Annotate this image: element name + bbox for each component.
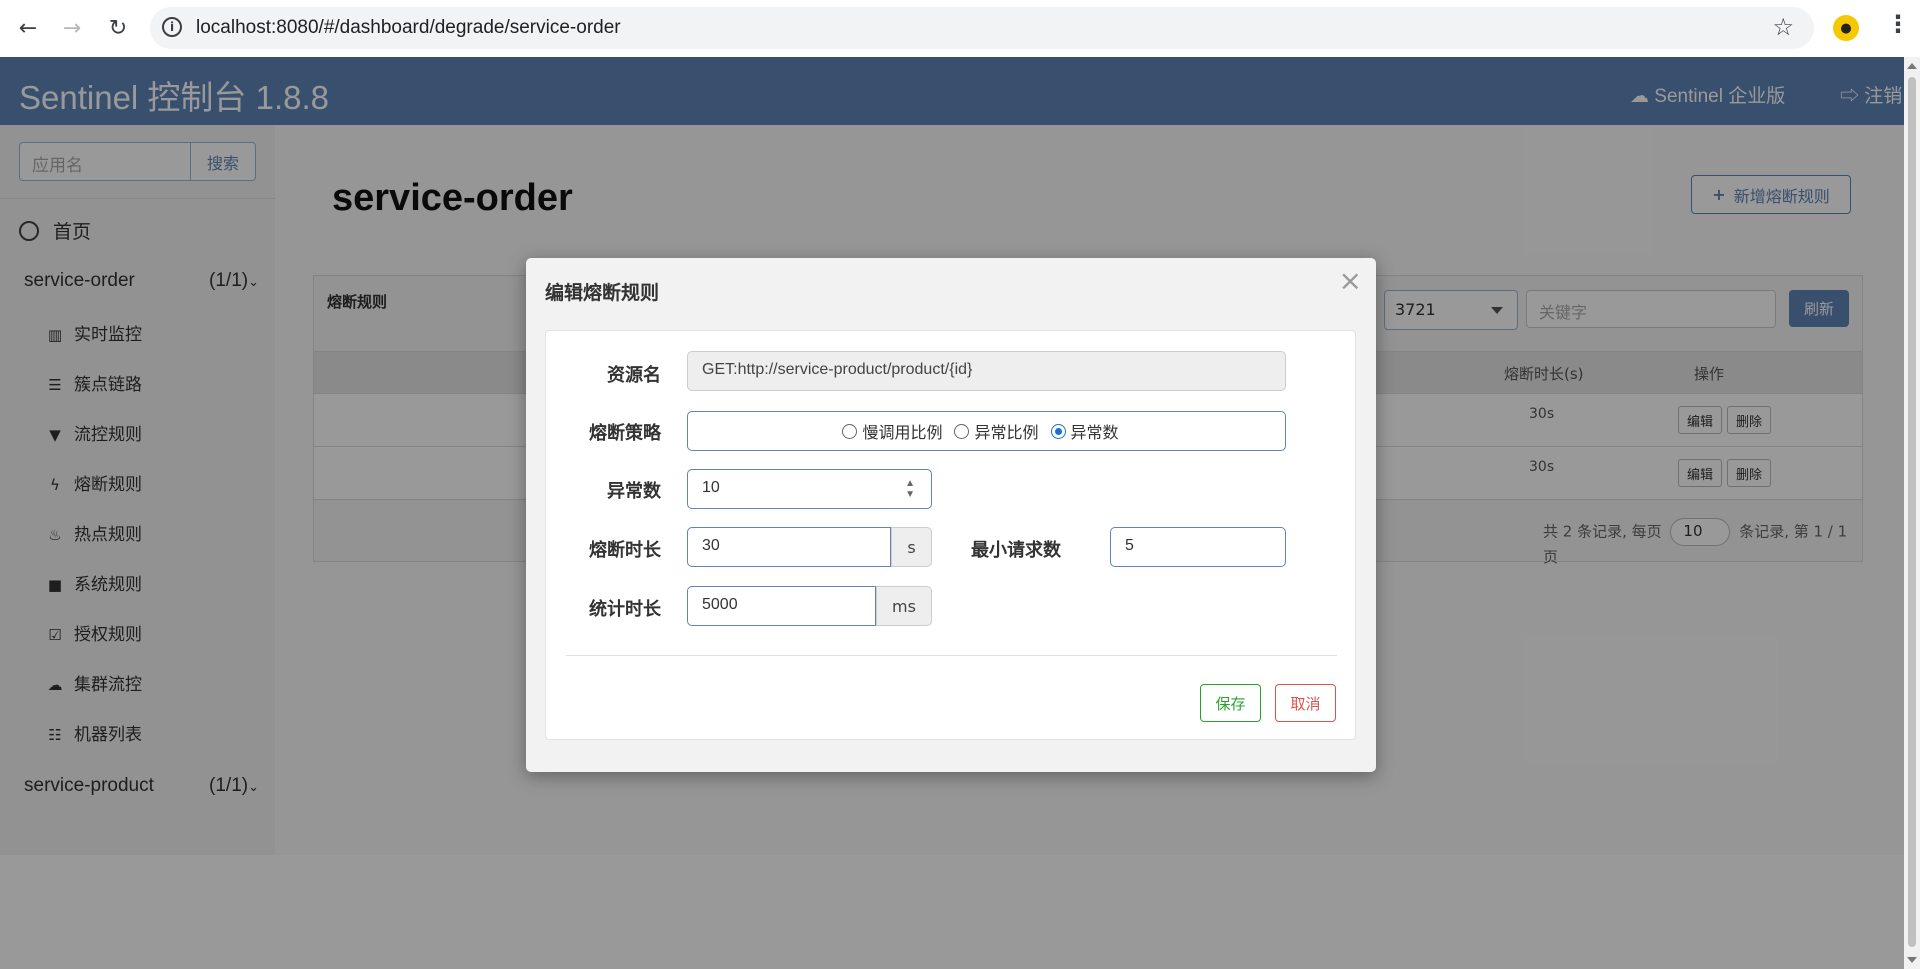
url-text[interactable]: localhost:8080/#/dashboard/degrade/servi… — [196, 17, 621, 39]
min-request-input[interactable]: 5 — [1110, 527, 1286, 567]
browser-toolbar: ← → ↻ i localhost:8080/#/dashboard/degra… — [0, 0, 1920, 57]
reload-icon[interactable]: ↻ — [104, 14, 132, 42]
duration-unit: s — [891, 527, 932, 567]
address-bar[interactable]: i localhost:8080/#/dashboard/degrade/ser… — [150, 7, 1814, 49]
resource-label: 资源名 — [607, 365, 661, 386]
bookmark-star-icon[interactable]: ☆ — [1772, 13, 1794, 41]
stat-unit: ms — [876, 586, 932, 626]
site-info-icon[interactable]: i — [162, 17, 182, 37]
save-button[interactable]: 保存 — [1200, 684, 1261, 722]
browser-menu-icon[interactable]: ⋮ — [1886, 10, 1910, 38]
exception-count-input[interactable]: 10 ▲ ▼ — [687, 469, 932, 509]
strategy-slow-ratio-radio[interactable]: 慢调用比例 — [842, 419, 942, 443]
dialog-divider — [566, 655, 1337, 656]
close-icon[interactable]: × — [1339, 264, 1362, 297]
scroll-up-icon[interactable] — [1907, 63, 1917, 69]
dialog-title: 编辑熔断规则 — [545, 282, 660, 304]
number-spinner-icon[interactable]: ▲ ▼ — [905, 478, 915, 500]
profile-avatar-icon[interactable]: ● — [1833, 15, 1859, 41]
dialog-form: 资源名 GET:http://service-product/product/{… — [545, 330, 1356, 740]
scroll-down-icon[interactable] — [1907, 957, 1917, 963]
resource-field: GET:http://service-product/product/{id} — [687, 351, 1286, 391]
stat-label: 统计时长 — [589, 599, 661, 620]
scroll-thumb[interactable] — [1908, 77, 1916, 947]
duration-label: 熔断时长 — [589, 540, 661, 561]
strategy-radio-group: 慢调用比例 异常比例 异常数 — [687, 411, 1286, 451]
cancel-button[interactable]: 取消 — [1275, 684, 1336, 722]
page-scrollbar[interactable] — [1904, 57, 1920, 969]
strategy-error-ratio-radio[interactable]: 异常比例 — [954, 419, 1039, 443]
exception-count-label: 异常数 — [607, 481, 661, 502]
forward-icon[interactable]: → — [58, 14, 86, 42]
stat-interval-input[interactable]: 5000 — [687, 586, 876, 626]
back-icon[interactable]: ← — [14, 14, 42, 42]
duration-input[interactable]: 30 — [687, 527, 891, 567]
strategy-error-count-radio[interactable]: 异常数 — [1050, 419, 1119, 443]
edit-degrade-rule-dialog: 编辑熔断规则 × 资源名 GET:http://service-product/… — [526, 258, 1376, 772]
min-request-label: 最小请求数 — [971, 540, 1061, 561]
strategy-label: 熔断策略 — [589, 423, 661, 444]
